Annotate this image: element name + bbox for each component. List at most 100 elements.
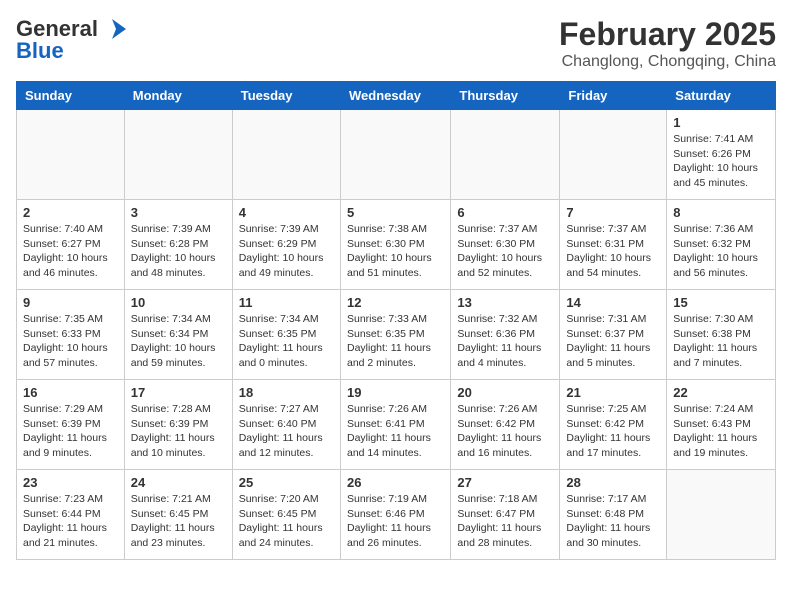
day-info: Sunrise: 7:35 AM Sunset: 6:33 PM Dayligh… [23, 312, 118, 371]
calendar-cell: 8Sunrise: 7:36 AM Sunset: 6:32 PM Daylig… [667, 200, 776, 290]
calendar-cell: 25 Sunrise: 7:20 AM Sunset: 6:45 PM Dayli… [232, 470, 340, 560]
day-number: 21 [566, 385, 660, 400]
day-number: 11 [239, 295, 334, 310]
day-info: Sunrise: 7:23 AM Sunset: 6:44 PM Dayligh… [23, 492, 118, 551]
calendar-week-row: 9 Sunrise: 7:35 AM Sunset: 6:33 PM Daylig… [17, 290, 776, 380]
day-number: 20 [457, 385, 553, 400]
col-header-sunday: Sunday [17, 82, 125, 110]
day-number: 12 [347, 295, 444, 310]
calendar-cell: 6Sunrise: 7:37 AM Sunset: 6:30 PM Daylig… [451, 200, 560, 290]
day-info: Sunrise: 7:21 AM Sunset: 6:45 PM Dayligh… [131, 492, 226, 551]
calendar-cell: 19 Sunrise: 7:26 AM Sunset: 6:41 PM Dayli… [340, 380, 450, 470]
calendar-cell [17, 110, 125, 200]
day-info: Sunrise: 7:24 AM Sunset: 6:43 PM Dayligh… [673, 402, 769, 461]
calendar-week-row: 1Sunrise: 7:41 AM Sunset: 6:26 PM Daylig… [17, 110, 776, 200]
day-info: Sunrise: 7:40 AM Sunset: 6:27 PM Dayligh… [23, 222, 118, 281]
calendar-cell: 18Sunrise: 7:27 AM Sunset: 6:40 PM Dayli… [232, 380, 340, 470]
day-number: 7 [566, 205, 660, 220]
day-info: Sunrise: 7:37 AM Sunset: 6:31 PM Dayligh… [566, 222, 660, 281]
day-number: 27 [457, 475, 553, 490]
day-info: Sunrise: 7:20 AM Sunset: 6:45 PM Dayligh… [239, 492, 334, 551]
day-number: 15 [673, 295, 769, 310]
calendar-cell: 26 Sunrise: 7:19 AM Sunset: 6:46 PM Dayli… [340, 470, 450, 560]
day-number: 24 [131, 475, 226, 490]
day-info: Sunrise: 7:18 AM Sunset: 6:47 PM Dayligh… [457, 492, 553, 551]
calendar: SundayMondayTuesdayWednesdayThursdayFrid… [16, 81, 776, 560]
month-year: February 2025 [559, 16, 776, 53]
calendar-week-row: 23Sunrise: 7:23 AM Sunset: 6:44 PM Dayli… [17, 470, 776, 560]
calendar-cell: 11 Sunrise: 7:34 AM Sunset: 6:35 PM Dayli… [232, 290, 340, 380]
col-header-wednesday: Wednesday [340, 82, 450, 110]
day-info: Sunrise: 7:28 AM Sunset: 6:39 PM Dayligh… [131, 402, 226, 461]
calendar-cell: 12 Sunrise: 7:33 AM Sunset: 6:35 PM Dayli… [340, 290, 450, 380]
calendar-cell: 7 Sunrise: 7:37 AM Sunset: 6:31 PM Daylig… [560, 200, 667, 290]
calendar-cell [340, 110, 450, 200]
calendar-cell: 2 Sunrise: 7:40 AM Sunset: 6:27 PM Daylig… [17, 200, 125, 290]
logo-blue: Blue [16, 38, 64, 64]
day-info: Sunrise: 7:26 AM Sunset: 6:42 PM Dayligh… [457, 402, 553, 461]
logo-icon [98, 19, 126, 39]
calendar-cell: 24 Sunrise: 7:21 AM Sunset: 6:45 PM Dayli… [124, 470, 232, 560]
day-info: Sunrise: 7:32 AM Sunset: 6:36 PM Dayligh… [457, 312, 553, 371]
location: Changlong, Chongqing, China [559, 53, 776, 71]
day-number: 25 [239, 475, 334, 490]
calendar-cell: 22 Sunrise: 7:24 AM Sunset: 6:43 PM Dayli… [667, 380, 776, 470]
calendar-cell: 23Sunrise: 7:23 AM Sunset: 6:44 PM Dayli… [17, 470, 125, 560]
day-info: Sunrise: 7:31 AM Sunset: 6:37 PM Dayligh… [566, 312, 660, 371]
calendar-cell: 3 Sunrise: 7:39 AM Sunset: 6:28 PM Daylig… [124, 200, 232, 290]
day-number: 26 [347, 475, 444, 490]
day-number: 13 [457, 295, 553, 310]
day-number: 4 [239, 205, 334, 220]
calendar-cell: 13 Sunrise: 7:32 AM Sunset: 6:36 PM Dayli… [451, 290, 560, 380]
calendar-cell: 4 Sunrise: 7:39 AM Sunset: 6:29 PM Daylig… [232, 200, 340, 290]
calendar-cell: 10Sunrise: 7:34 AM Sunset: 6:34 PM Dayli… [124, 290, 232, 380]
calendar-cell: 5 Sunrise: 7:38 AM Sunset: 6:30 PM Daylig… [340, 200, 450, 290]
calendar-header-row: SundayMondayTuesdayWednesdayThursdayFrid… [17, 82, 776, 110]
day-number: 2 [23, 205, 118, 220]
calendar-cell: 16Sunrise: 7:29 AM Sunset: 6:39 PM Dayli… [17, 380, 125, 470]
calendar-cell: 17Sunrise: 7:28 AM Sunset: 6:39 PM Dayli… [124, 380, 232, 470]
day-info: Sunrise: 7:41 AM Sunset: 6:26 PM Dayligh… [673, 132, 769, 191]
calendar-cell: 20 Sunrise: 7:26 AM Sunset: 6:42 PM Dayli… [451, 380, 560, 470]
day-number: 5 [347, 205, 444, 220]
day-number: 28 [566, 475, 660, 490]
day-info: Sunrise: 7:39 AM Sunset: 6:29 PM Dayligh… [239, 222, 334, 281]
calendar-cell: 14 Sunrise: 7:31 AM Sunset: 6:37 PM Dayli… [560, 290, 667, 380]
day-info: Sunrise: 7:39 AM Sunset: 6:28 PM Dayligh… [131, 222, 226, 281]
calendar-cell [232, 110, 340, 200]
calendar-cell: 1Sunrise: 7:41 AM Sunset: 6:26 PM Daylig… [667, 110, 776, 200]
day-info: Sunrise: 7:17 AM Sunset: 6:48 PM Dayligh… [566, 492, 660, 551]
calendar-cell [667, 470, 776, 560]
calendar-cell: 21 Sunrise: 7:25 AM Sunset: 6:42 PM Dayli… [560, 380, 667, 470]
day-info: Sunrise: 7:38 AM Sunset: 6:30 PM Dayligh… [347, 222, 444, 281]
calendar-cell [451, 110, 560, 200]
day-number: 3 [131, 205, 226, 220]
day-info: Sunrise: 7:34 AM Sunset: 6:35 PM Dayligh… [239, 312, 334, 371]
day-number: 16 [23, 385, 118, 400]
calendar-cell: 28 Sunrise: 7:17 AM Sunset: 6:48 PM Dayli… [560, 470, 667, 560]
day-number: 14 [566, 295, 660, 310]
day-number: 6 [457, 205, 553, 220]
calendar-week-row: 2 Sunrise: 7:40 AM Sunset: 6:27 PM Daylig… [17, 200, 776, 290]
header: General Blue February 2025 Changlong, Ch… [16, 16, 776, 71]
col-header-friday: Friday [560, 82, 667, 110]
day-info: Sunrise: 7:33 AM Sunset: 6:35 PM Dayligh… [347, 312, 444, 371]
day-number: 22 [673, 385, 769, 400]
calendar-cell [124, 110, 232, 200]
col-header-thursday: Thursday [451, 82, 560, 110]
calendar-cell: 9 Sunrise: 7:35 AM Sunset: 6:33 PM Daylig… [17, 290, 125, 380]
day-info: Sunrise: 7:30 AM Sunset: 6:38 PM Dayligh… [673, 312, 769, 371]
calendar-cell: 15 Sunrise: 7:30 AM Sunset: 6:38 PM Dayli… [667, 290, 776, 380]
col-header-saturday: Saturday [667, 82, 776, 110]
day-number: 19 [347, 385, 444, 400]
day-info: Sunrise: 7:26 AM Sunset: 6:41 PM Dayligh… [347, 402, 444, 461]
title-area: February 2025 Changlong, Chongqing, Chin… [559, 16, 776, 71]
calendar-cell [560, 110, 667, 200]
day-info: Sunrise: 7:19 AM Sunset: 6:46 PM Dayligh… [347, 492, 444, 551]
day-info: Sunrise: 7:34 AM Sunset: 6:34 PM Dayligh… [131, 312, 226, 371]
col-header-monday: Monday [124, 82, 232, 110]
day-number: 18 [239, 385, 334, 400]
col-header-tuesday: Tuesday [232, 82, 340, 110]
day-info: Sunrise: 7:25 AM Sunset: 6:42 PM Dayligh… [566, 402, 660, 461]
day-number: 9 [23, 295, 118, 310]
